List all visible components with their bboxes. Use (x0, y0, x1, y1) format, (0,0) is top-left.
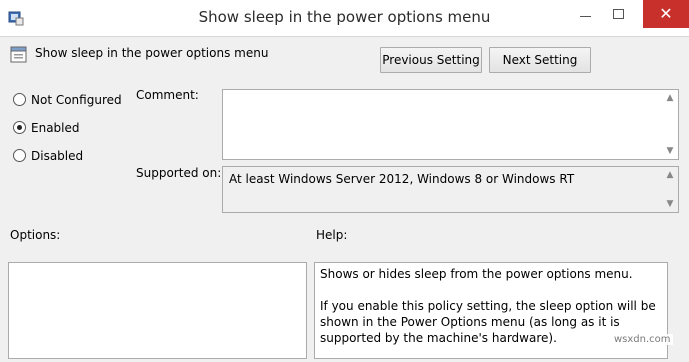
radio-label: Enabled (31, 121, 80, 135)
scroll-down-icon[interactable]: ▼ (665, 146, 675, 156)
radio-enabled[interactable]: Enabled (13, 121, 80, 135)
radio-indicator[interactable] (13, 93, 26, 106)
radio-disabled[interactable]: Disabled (13, 149, 83, 163)
help-paragraph: Shows or hides sleep from the power opti… (320, 267, 633, 281)
comment-label: Comment: (136, 88, 199, 102)
maximize-button[interactable] (603, 1, 633, 27)
options-label: Options: (10, 228, 61, 242)
minimize-button[interactable] (571, 1, 601, 27)
scroll-down-icon[interactable]: ▼ (665, 199, 675, 209)
supported-on-field: At least Windows Server 2012, Windows 8 … (222, 166, 679, 213)
comment-scrollbar[interactable]: ▲ ▼ (662, 90, 678, 159)
previous-setting-button[interactable]: Previous Setting (380, 47, 482, 73)
comment-field[interactable]: ▲ ▼ (222, 89, 679, 160)
watermark: wsxdn.com (612, 334, 673, 345)
next-setting-button[interactable]: Next Setting (489, 47, 591, 73)
scroll-up-icon[interactable]: ▲ (665, 170, 675, 180)
radio-label: Not Configured (31, 93, 122, 107)
title-bar: Show sleep in the power options menu ✕ (0, 0, 689, 37)
help-label: Help: (316, 228, 348, 242)
supported-scrollbar[interactable]: ▲ ▼ (662, 167, 678, 212)
radio-not-configured[interactable]: Not Configured (13, 93, 122, 107)
policy-setting-icon (10, 46, 27, 63)
policy-name: Show sleep in the power options menu (35, 46, 269, 60)
radio-indicator[interactable] (13, 149, 26, 162)
supported-on-value: At least Windows Server 2012, Windows 8 … (229, 172, 575, 186)
supported-on-label: Supported on: (136, 166, 222, 180)
options-pane[interactable] (8, 262, 307, 359)
radio-label: Disabled (31, 149, 84, 163)
close-button[interactable]: ✕ (643, 0, 689, 28)
scroll-up-icon[interactable]: ▲ (665, 93, 675, 103)
radio-indicator[interactable] (13, 121, 26, 134)
